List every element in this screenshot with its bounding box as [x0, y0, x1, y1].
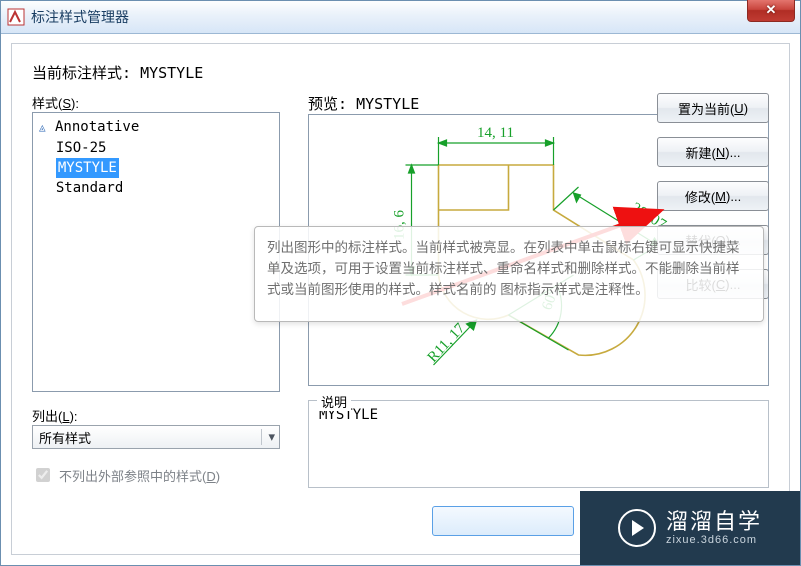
xref-label: 不列出外部参照中的样式(D)	[59, 466, 220, 485]
xref-checkbox-row[interactable]: 不列出外部参照中的样式(D)	[32, 465, 280, 485]
tooltip: 列出图形中的标注样式。当前样式被亮显。在列表中单击鼠标右键可显示快捷菜单及选项，…	[254, 226, 764, 322]
window-title: 标注样式管理器	[31, 7, 129, 27]
list-filter-combo[interactable]: 所有样式 ▾	[32, 425, 280, 449]
tooltip-text: 列出图形中的标注样式。当前样式被亮显。在列表中单击鼠标右键可显示快捷菜单及选项，…	[267, 240, 740, 297]
close-button[interactable]: ✕	[747, 0, 795, 22]
style-item[interactable]: ◬Annotative	[39, 117, 273, 138]
close-icon: ✕	[766, 2, 777, 18]
styles-listbox[interactable]: ◬Annotative ISO-25 MYSTYLE Standard	[32, 112, 280, 392]
style-item[interactable]: MYSTYLE	[39, 158, 273, 178]
modify-button[interactable]: 修改(M)...	[657, 181, 769, 211]
watermark-sub: zixue.3d66.com	[666, 534, 762, 546]
current-style-label: 当前标注样式:	[32, 64, 140, 82]
watermark-brand: 溜溜自学	[666, 510, 762, 534]
current-style-line: 当前标注样式: MYSTYLE	[32, 62, 769, 83]
play-icon	[618, 509, 656, 547]
app-icon	[7, 8, 25, 26]
dim-radius: R11, 17	[425, 320, 469, 366]
description-value: MYSTYLE	[319, 407, 758, 423]
description-box: 说明 MYSTYLE	[308, 400, 769, 488]
titlebar[interactable]: 标注样式管理器 ✕	[1, 1, 800, 34]
chevron-down-icon: ▾	[261, 429, 275, 445]
styles-label: 样式(S):	[32, 93, 280, 112]
annotative-icon: ◬	[39, 118, 51, 138]
list-filter-value: 所有样式	[39, 428, 91, 447]
description-label: 说明	[317, 392, 351, 411]
watermark: 溜溜自学 zixue.3d66.com	[580, 491, 800, 565]
current-style-value: MYSTYLE	[140, 64, 203, 82]
new-button[interactable]: 新建(N)...	[657, 137, 769, 167]
partial-button[interactable]	[432, 506, 574, 536]
set-current-button[interactable]: 置为当前(U)	[657, 93, 769, 123]
dim-top: 14, 11	[477, 125, 514, 141]
list-label: 列出(L):	[32, 406, 280, 425]
style-item[interactable]: ISO-25	[39, 138, 273, 158]
dialog-window: 标注样式管理器 ✕ 当前标注样式: MYSTYLE 样式(S): ◬Annota…	[0, 0, 801, 566]
xref-checkbox[interactable]	[36, 468, 50, 482]
style-item[interactable]: Standard	[39, 178, 273, 198]
